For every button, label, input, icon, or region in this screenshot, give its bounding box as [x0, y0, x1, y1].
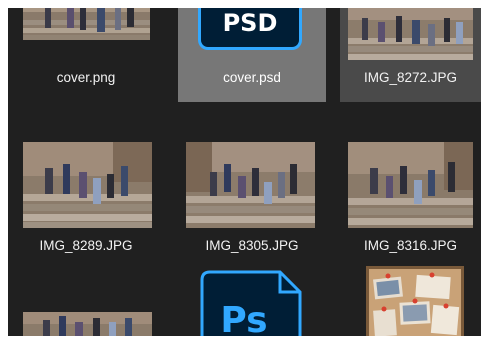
ps-icon-text: Ps [220, 300, 267, 336]
photo-thumbnail [23, 312, 152, 336]
file-name-label: cover.png [56, 70, 116, 85]
file-item-cover-psd[interactable]: PSD cover.psd [178, 8, 326, 102]
photo-thumbnail [348, 142, 473, 228]
file-item-ps-file[interactable]: Ps [178, 266, 326, 336]
file-item-img-8305[interactable]: IMG_8305.JPG [178, 142, 326, 253]
corkboard-thumbnail [366, 266, 464, 336]
file-name-label: IMG_8316.JPG [363, 238, 458, 253]
photo-thumbnail [348, 8, 473, 60]
file-item-photo[interactable] [10, 266, 162, 336]
psd-badge-text: PSD [222, 8, 278, 37]
photo-thumbnail [186, 142, 315, 228]
file-name-label: IMG_8289.JPG [39, 238, 133, 253]
file-item-cover-png[interactable]: cover.png [10, 8, 162, 102]
file-item-img-8272[interactable]: IMG_8272.JPG [340, 8, 481, 102]
file-name-label: IMG_8272.JPG [363, 70, 458, 85]
file-name-label: cover.psd [223, 70, 281, 85]
photoshop-file-icon: Ps [200, 270, 302, 336]
psd-file-icon: PSD [198, 8, 302, 50]
file-item-img-8316[interactable]: IMG_8316.JPG [340, 142, 481, 253]
file-item-corkboard[interactable] [340, 266, 481, 336]
file-name-label: IMG_8305.JPG [205, 238, 299, 253]
photo-thumbnail [23, 8, 150, 40]
file-explorer-pane: cover.png PSD cover.psd IMG_8272.JPG IMG… [8, 8, 481, 336]
photo-thumbnail [23, 142, 152, 228]
file-item-img-8289[interactable]: IMG_8289.JPG [10, 142, 162, 253]
